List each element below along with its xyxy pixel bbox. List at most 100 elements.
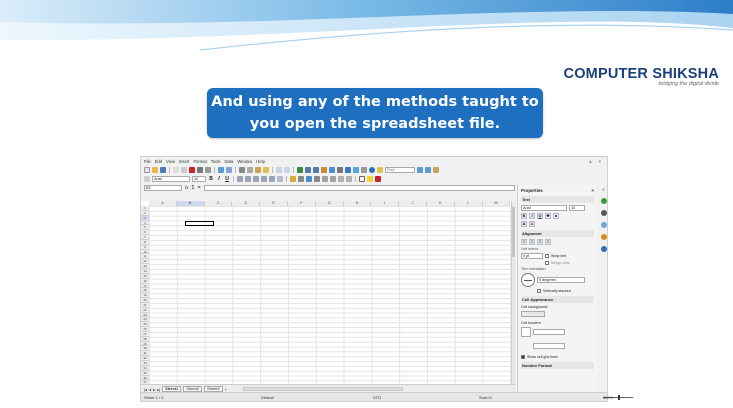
border-color-select[interactable] [533,343,565,349]
currency-format-icon[interactable] [290,175,296,182]
horizontal-scrollbar[interactable] [242,387,403,391]
function-wizard-icon[interactable]: fx [185,185,189,190]
add-sheet-icon[interactable]: + [225,387,227,392]
sidebar-menu-icon[interactable]: ≡ [602,187,604,192]
find-bar-menu-icon[interactable] [433,166,439,173]
merge-center-icon[interactable] [269,175,275,182]
borders-icon[interactable] [359,175,365,182]
navigator-deck-icon[interactable] [600,234,607,240]
autospell-icon[interactable] [226,166,232,173]
print-preview-icon[interactable] [205,166,211,173]
new-icon[interactable] [144,166,150,173]
sidebar-grow-font-button[interactable]: A [521,221,527,227]
wrap-text-checkbox[interactable] [545,254,549,258]
indent-input[interactable]: 0 pt [521,253,543,259]
find-down-icon[interactable] [417,166,423,173]
email-icon[interactable] [173,166,179,173]
cell-area[interactable] [149,206,511,384]
zoom-icon[interactable] [361,166,367,173]
sort-descending-icon[interactable] [313,166,319,173]
sidebar-align-center-icon[interactable]: ≡ [529,239,535,245]
section-cell-appearance[interactable]: Cell Appearance [521,296,594,303]
gallery-deck-icon[interactable] [600,222,607,228]
align-left-icon[interactable] [237,175,243,182]
menu-help[interactable]: Help [256,159,265,164]
gallery-icon[interactable] [353,166,359,173]
menu-file[interactable]: File [144,159,151,164]
merge-cells-checkbox[interactable] [545,261,549,265]
redo-icon[interactable] [284,166,290,173]
align-center-icon[interactable] [245,175,251,182]
percent-format-icon[interactable] [298,175,304,182]
find-input[interactable]: Find [385,166,415,173]
find-up-icon[interactable] [425,166,431,173]
show-grid-checkbox[interactable] [521,355,525,359]
section-text[interactable]: Text [521,196,594,203]
underline-button[interactable]: U [224,176,230,182]
find-replace-icon[interactable] [337,166,343,173]
sidebar-italic-button[interactable]: I [529,213,535,219]
insert-chart-icon[interactable] [329,166,335,173]
menu-view[interactable]: View [166,159,175,164]
hyperlink-icon[interactable] [297,166,303,173]
border-style-select[interactable] [533,329,565,335]
sidebar-align-right-icon[interactable]: ≡ [537,239,543,245]
degrees-input[interactable]: 0 degrees [537,277,585,283]
justify-icon[interactable] [261,175,267,182]
sidebar-justify-icon[interactable]: ≡ [545,239,551,245]
sidebar-font-color-button[interactable]: A [529,221,535,227]
navigator-icon[interactable] [345,166,351,173]
print-icon[interactable] [197,166,203,173]
sidebar-bold-button[interactable]: B [521,213,527,219]
section-alignment[interactable]: Alignment [521,230,594,237]
last-sheet-arrow-icon[interactable]: ▸| [157,387,160,392]
cell-borders-select[interactable] [521,327,531,337]
update-icon[interactable]: ▲ [588,159,592,164]
vertical-scroll-thumb[interactable] [512,207,515,257]
vertical-scrollbar[interactable] [511,201,515,384]
date-format-icon[interactable] [314,175,320,182]
menu-edit[interactable]: Edit [155,159,162,164]
functions-deck-icon[interactable] [600,246,607,252]
close-document-icon[interactable]: × [599,159,601,164]
menu-tools[interactable]: Tools [211,159,221,164]
prev-sheet-arrow-icon[interactable]: ◂ [149,387,151,392]
section-number-format[interactable]: Number Format [521,362,594,369]
clone-formatting-icon[interactable] [263,166,269,173]
help-icon[interactable] [369,166,375,173]
sidebar-align-left-icon[interactable]: ≡ [521,239,527,245]
datasources-icon[interactable] [377,166,383,173]
function-icon[interactable]: = [198,185,201,191]
properties-deck-icon[interactable] [600,198,607,204]
delete-decimal-icon[interactable] [330,175,336,182]
export-pdf-icon[interactable] [189,166,195,173]
sidebar-font-size[interactable]: 10 [569,205,585,211]
background-color-icon[interactable] [367,175,373,182]
font-color-icon[interactable] [375,175,381,182]
add-decimal-icon[interactable] [322,175,328,182]
orientation-dial[interactable] [521,273,535,287]
autofilter-icon[interactable] [321,166,327,173]
formula-input[interactable] [203,184,515,191]
menu-window[interactable]: Window [237,159,252,164]
name-box[interactable]: B3 [144,184,182,191]
close-sidebar-icon[interactable]: × [591,188,594,193]
align-top-icon[interactable] [277,175,283,182]
menu-data[interactable]: Data [225,159,234,164]
decrease-indent-icon[interactable] [346,175,352,182]
edit-file-icon[interactable] [181,166,187,173]
menu-insert[interactable]: Insert [179,159,189,164]
copy-icon[interactable] [247,166,253,173]
save-icon[interactable] [160,166,166,173]
sort-ascending-icon[interactable] [305,166,311,173]
increase-indent-icon[interactable] [338,175,344,182]
bold-button[interactable]: B [208,176,214,182]
undo-icon[interactable] [276,166,282,173]
first-sheet-arrow-icon[interactable]: |◂ [144,387,147,392]
number-format-icon[interactable] [306,175,312,182]
vertically-stacked-checkbox[interactable] [537,289,541,293]
styles-icon[interactable] [144,175,150,182]
sum-icon[interactable]: Σ [192,185,195,191]
sidebar-strikethrough-button[interactable]: S [545,213,551,219]
styles-deck-icon[interactable] [600,210,607,216]
